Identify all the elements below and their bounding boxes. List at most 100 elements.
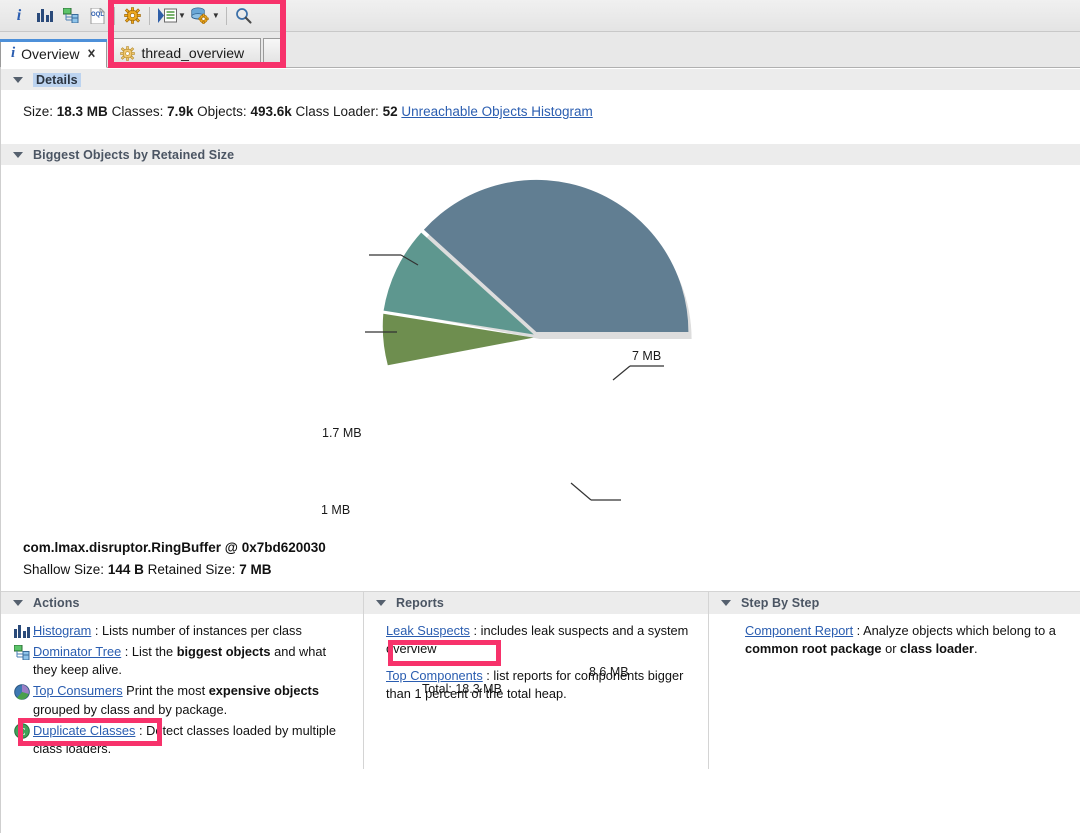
action-item-dominator-tree[interactable]: Dominator Tree : List the biggest object… [11,643,353,679]
classes-value: 7.9k [167,104,193,119]
top-components-link[interactable]: Top Components [386,668,483,683]
action-item-duplicate-classes-text: Duplicate Classes : Detect classes loade… [33,722,353,758]
heap-details-line: Size: 18.3 MB Classes: 7.9k Objects: 493… [1,90,1080,119]
dominator-tree-desc-bold: biggest objects [177,644,271,659]
reports-panel: Reports Leak Suspects : includes leak su… [363,592,708,769]
selected-object-sizes: Shallow Size: 144 B Retained Size: 7 MB [23,562,1080,577]
shallow-size-label: Shallow Size: [23,562,104,577]
actions-panel-header[interactable]: Actions [1,592,363,614]
action-item-histogram[interactable]: Histogram : Lists number of instances pe… [11,622,353,640]
component-report-link[interactable]: Component Report [745,623,853,638]
gear-icon[interactable] [119,3,145,29]
search-icon[interactable] [231,3,257,29]
main-toolbar: i OQL [0,0,1080,32]
histogram-icon-action [11,623,33,640]
classes-label: Classes: [112,104,164,119]
tab-overview[interactable]: i Overview ✕ [0,39,107,68]
step-by-step-panel-title: Step By Step [741,596,819,610]
objects-label: Objects: [197,104,247,119]
actions-panel: Actions Histogram : Lists number of inst… [1,592,363,769]
report-item-top-components[interactable]: Top Components : list reports for compon… [386,667,698,703]
reports-panel-body: Leak Suspects : includes leak suspects a… [364,614,708,715]
shallow-size-value: 144 B [108,562,144,577]
info-icon-tab: i [11,45,15,62]
report-icon[interactable] [188,3,214,29]
duplicate-classes-icon: C [11,723,33,740]
top-consumers-desc-post: grouped by class and by package. [33,702,227,717]
retained-size-pie-chart[interactable]: 7 MB 1.7 MB 1 MB 8.6 MB Total: 18.3 MB [1,165,1080,540]
pie-label-7mb: 7 MB [632,349,661,363]
component-report-bold-1: common root package [745,641,882,656]
query-browser-icon[interactable] [154,3,180,29]
step-item-component-report[interactable]: Component Report : Analyze objects which… [745,622,1070,658]
duplicate-classes-link[interactable]: Duplicate Classes [33,723,135,738]
component-report-desc-pre: : Analyze objects which belong to a [853,623,1056,638]
step-item-component-report-text: Component Report : Analyze objects which… [745,622,1070,658]
top-consumers-icon [11,683,33,700]
step-by-step-panel-body: Component Report : Analyze objects which… [709,614,1080,669]
chevron-down-icon-step[interactable] [721,600,731,606]
component-report-desc-post: . [974,641,978,656]
editor-tab-bar: i Overview ✕ thr [0,32,1080,68]
step-by-step-panel: Step By Step Component Report : Analyze … [708,592,1080,769]
selected-object-name: com.lmax.disruptor.RingBuffer @ 0x7bd620… [23,540,1080,555]
selected-object-info: com.lmax.disruptor.RingBuffer @ 0x7bd620… [1,540,1080,577]
tab-stub[interactable] [263,38,281,67]
tab-thread-overview[interactable]: thread_overview [109,38,261,67]
tab-thread-overview-label: thread_overview [141,45,244,61]
svg-text:C: C [18,727,25,738]
svg-text:OQL: OQL [91,12,104,18]
details-section-title: Details [33,73,81,87]
toolbar-separator-3 [226,7,227,25]
top-consumers-link[interactable]: Top Consumers [33,683,123,698]
details-section-header[interactable]: Details [1,68,1080,90]
step-by-step-panel-header[interactable]: Step By Step [709,592,1080,614]
dominator-tree-link[interactable]: Dominator Tree [33,644,121,659]
action-item-dominator-tree-text: Dominator Tree : List the biggest object… [33,643,353,679]
action-item-duplicate-classes[interactable]: C Duplicate Classes : Detect classes loa… [11,722,353,758]
unreachable-objects-histogram-link[interactable]: Unreachable Objects Histogram [401,104,592,119]
histogram-desc: : Lists number of instances per class [91,623,302,638]
dominator-tree-icon[interactable] [58,3,84,29]
action-item-top-consumers-text: Top Consumers Print the most expensive o… [33,682,353,718]
component-report-bold-2: class loader [900,641,974,656]
retained-size-label: Retained Size: [148,562,236,577]
gear-icon-tab [120,46,135,61]
oql-icon[interactable]: OQL [84,3,110,29]
bottom-panels: Actions Histogram : Lists number of inst… [1,591,1080,769]
size-value: 18.3 MB [57,104,108,119]
info-icon[interactable]: i [6,3,32,29]
histogram-icon[interactable] [32,3,58,29]
size-label: Size: [23,104,53,119]
dominator-tree-icon-action [11,644,33,661]
tab-overview-label: Overview [21,46,79,62]
report-item-top-components-text: Top Components : list reports for compon… [386,667,698,703]
reports-panel-title: Reports [396,596,444,610]
objects-value: 493.6k [250,104,291,119]
biggest-objects-section-title: Biggest Objects by Retained Size [33,148,234,162]
reports-panel-header[interactable]: Reports [364,592,708,614]
actions-panel-body: Histogram : Lists number of instances pe… [1,614,363,769]
toolbar-separator-1 [114,7,115,25]
biggest-objects-section-header[interactable]: Biggest Objects by Retained Size [1,143,1080,165]
retained-size-value: 7 MB [239,562,271,577]
chevron-down-icon-details[interactable] [13,77,23,83]
overview-content: Details Size: 18.3 MB Classes: 7.9k Obje… [0,68,1080,833]
report-item-leak-suspects[interactable]: Leak Suspects : includes leak suspects a… [386,622,698,658]
toolbar-separator-2 [149,7,150,25]
chevron-down-icon-biggest[interactable] [13,152,23,158]
mat-overview-window: i OQL [0,0,1080,833]
leader-line-8-6mb [571,483,591,500]
close-icon[interactable]: ✕ [87,46,96,62]
pie-label-1mb: 1 MB [321,503,350,517]
chevron-down-icon-reports[interactable] [376,600,386,606]
action-item-top-consumers[interactable]: Top Consumers Print the most expensive o… [11,682,353,718]
leak-suspects-link[interactable]: Leak Suspects [386,623,470,638]
leader-line-7mb [613,366,630,380]
pie-chart-svg[interactable] [1,165,1080,540]
dominator-tree-desc-pre: : List the [121,644,176,659]
pie-label-1-7mb: 1.7 MB [322,426,362,440]
top-consumers-desc-bold: expensive objects [209,683,319,698]
histogram-link[interactable]: Histogram [33,623,91,638]
chevron-down-icon-actions[interactable] [13,600,23,606]
